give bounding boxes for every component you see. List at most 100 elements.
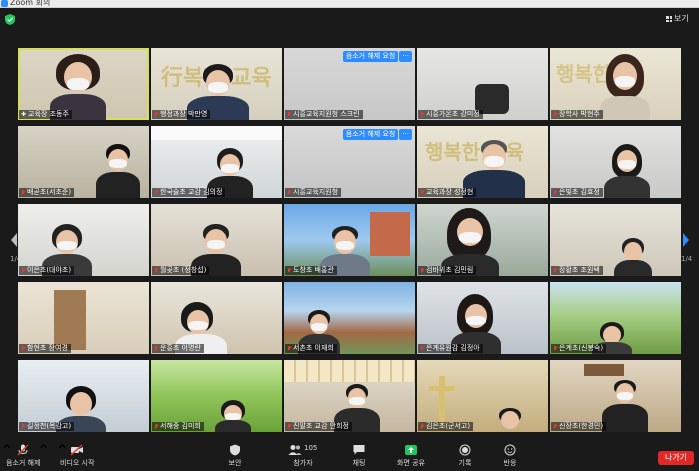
muted-mic-icon (420, 423, 424, 430)
muted-mic-icon (154, 111, 158, 118)
video-tile[interactable]: 길정천(목감고) (18, 360, 149, 432)
video-tile[interactable]: 은계유원감 김정아 (417, 282, 548, 354)
muted-mic-icon (154, 423, 158, 430)
video-tile[interactable]: 김은초(군서고) (417, 360, 548, 432)
muted-mic-icon (21, 189, 25, 196)
video-tile[interactable]: 행복한 장학사 박현주 (550, 48, 681, 120)
video-tile[interactable]: 은계초(신봉숙) (550, 282, 681, 354)
muted-mic-icon (154, 345, 158, 352)
participant-name-label: 도창초 배홍관 (285, 266, 337, 275)
participant-name-label: 한국슬초 교감 김의정 (152, 188, 226, 197)
muted-mic-icon (21, 267, 25, 274)
participant-name-label: 진말초 교감 안희정 (285, 422, 352, 431)
grid-view-icon (666, 16, 672, 22)
view-button[interactable]: 보기 (666, 13, 689, 25)
unmute-request-badge[interactable]: 음소거 해제 요청 ··· (342, 51, 412, 62)
door-shape (54, 290, 86, 350)
participant-name-label: 은계유원감 김정아 (418, 344, 483, 353)
muted-mic-icon (553, 111, 557, 118)
video-tile[interactable]: 행복한 교육 교육과장 성정현 (417, 126, 548, 198)
shield-icon[interactable] (5, 14, 15, 25)
building-shape (370, 212, 410, 256)
share-screen-button[interactable]: 화면 공유 (397, 444, 425, 468)
muted-mic-icon (287, 423, 291, 430)
video-tile[interactable]: 한국슬초 교감 김의정 (151, 126, 282, 198)
cross-decoration (439, 376, 445, 422)
video-tile[interactable]: 음소거 해제 요청 ··· 시흥교육지원청 (284, 126, 415, 198)
participant-name-label: 교육과장 성정현 (418, 188, 477, 197)
participants-icon (288, 445, 302, 455)
video-tile[interactable]: 이은초(대야초) (18, 204, 149, 276)
frame-decoration (584, 364, 624, 376)
video-tile[interactable]: 진말초 교감 안희정 (284, 360, 415, 432)
video-tile[interactable]: 함현초 장여경 (18, 282, 149, 354)
video-tile[interactable]: 운흥초 이명란 (151, 282, 282, 354)
banner-decoration: 행복한 교육 (425, 140, 524, 164)
muted-mic-icon (287, 267, 291, 274)
video-tile[interactable]: 장황초 조원택 (550, 204, 681, 276)
video-tile[interactable]: 배곧초(서초준) (18, 126, 149, 198)
participant-name-label: 배곧초(서초준) (19, 188, 75, 197)
video-tile[interactable]: 도창초 배홍관 (284, 204, 415, 276)
participants-group: 105 (288, 444, 318, 456)
participant-name-label: 서해중 김미희 (152, 422, 204, 431)
video-tile[interactable]: 은빛초 김효정 (550, 126, 681, 198)
participant-name-label: ✚ 교육장 조동주 (19, 110, 72, 119)
meeting-toolbar: 음소거 해제 ⌃ 비디오 시작 ⌃ 보안 105 참가자 ⌃ 채팅 화면 공유 … (0, 441, 699, 471)
muted-mic-icon (420, 189, 424, 196)
security-shield-icon (230, 444, 240, 456)
muted-mic-icon (420, 345, 424, 352)
video-gallery: ✚ 교육장 조동주 行복한 교육 행정과장 박만영 음소거 해제 요청 ··· 시흥… (18, 48, 681, 432)
muted-mic-icon (420, 267, 424, 274)
video-tile[interactable]: 서촌초 이재희 (284, 282, 415, 354)
video-tile[interactable]: 신장초(한경민) (550, 360, 681, 432)
participant-name-label: 시흥교육지원청 스크린 (285, 110, 363, 119)
muted-mic-icon (21, 345, 25, 352)
leave-meeting-button[interactable]: 나가기 (658, 451, 694, 465)
window-title: Zoom 회의 (10, 0, 51, 7)
participant-name-label: 함현초 장여경 (19, 344, 71, 353)
view-label: 보기 (674, 14, 689, 23)
cross-decoration (429, 386, 455, 391)
muted-mic-icon (553, 423, 557, 430)
unmute-button[interactable]: 음소거 해제 (6, 444, 40, 468)
muted-mic-icon (553, 189, 557, 196)
participant-name-label: 장학사 박현주 (551, 110, 603, 119)
video-off-icon (70, 444, 84, 456)
chat-button[interactable]: 채팅 (352, 444, 366, 468)
unmute-request-badge[interactable]: 음소거 해제 요청 ··· (342, 129, 412, 140)
video-tile[interactable]: 서해중 김미희 (151, 360, 282, 432)
next-page-arrow-icon[interactable] (680, 230, 692, 250)
ceiling-lights (151, 126, 282, 140)
muted-microphone-icon (17, 444, 29, 456)
participant-name-label: 검바위초 김민림 (418, 266, 477, 275)
chat-bubble-icon (353, 445, 365, 455)
muted-mic-icon (553, 267, 557, 274)
video-tile[interactable]: ✚ 교육장 조동주 (18, 48, 149, 120)
zoom-logo-icon (1, 0, 8, 7)
video-tile[interactable]: 검바위초 김민림 (417, 204, 548, 276)
participants-button[interactable]: 105 참가자 (288, 444, 318, 468)
page-indicator-right: 1/4 (681, 255, 693, 263)
video-tile[interactable]: 行복한 교육 행정과장 박만영 (151, 48, 282, 120)
muted-mic-icon (154, 267, 158, 274)
participant-name-label: 장황초 조원택 (551, 266, 603, 275)
participant-name-label: 행정과장 박만영 (152, 110, 211, 119)
start-video-button[interactable]: 비디오 시작 (60, 444, 94, 468)
video-tile[interactable]: 음소거 해제 요청 ··· 시흥교육지원청 스크린 (284, 48, 415, 120)
muted-mic-icon (287, 345, 291, 352)
participant-name-label: 은계초(신봉숙) (551, 344, 607, 353)
cabinet-shape (284, 360, 415, 382)
muted-mic-icon (287, 111, 291, 118)
participant-name-label: 신장초(한경민) (551, 422, 607, 431)
participant-name-label: 이은초(대야초) (19, 266, 75, 275)
record-button[interactable]: 기록 (458, 444, 472, 468)
participant-name-label: 운흥초 이명란 (152, 344, 204, 353)
participant-name-label: 은빛초 김효정 (551, 188, 603, 197)
video-tile[interactable]: 월곶초 (정창섭) (151, 204, 282, 276)
muted-mic-icon (553, 345, 557, 352)
muted-mic-icon (21, 423, 25, 430)
video-tile[interactable]: 시흥가온초 강미정 (417, 48, 548, 120)
security-button[interactable]: 보안 (228, 444, 242, 468)
reactions-button[interactable]: 반응 (503, 444, 517, 468)
